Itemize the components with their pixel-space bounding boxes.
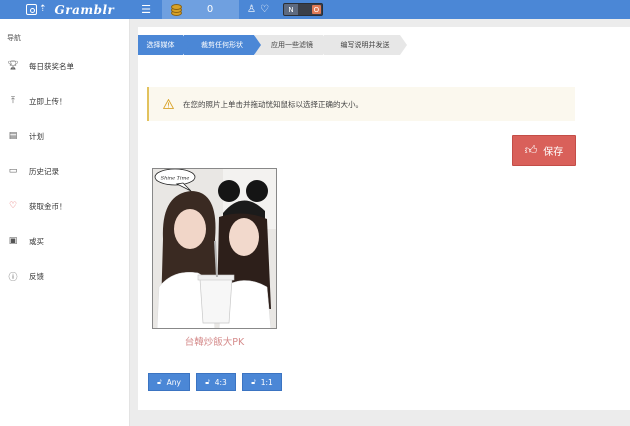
step-crop[interactable]: 裁剪任何形状 — [184, 35, 261, 55]
sidebar: 导航 🏆︎ 每日获奖名单 ⤒ 立即上传！ ▤ 计划 ▭ 历史记录 ♡ 获取金币！… — [0, 19, 130, 426]
buy-icon: ▣ — [8, 236, 18, 246]
photo-caption: 台韓炒飯大PK — [184, 337, 245, 348]
photo-illustration: Shine Time — [153, 169, 276, 328]
step-label: 裁剪任何形状 — [201, 41, 243, 49]
step-label: 编写说明并发送 — [340, 41, 390, 49]
sidebar-item-upload[interactable]: ⤒ 立即上传！ — [0, 92, 130, 110]
sidebar-item-schedule[interactable]: ▤ 计划 — [0, 127, 130, 145]
bell-icon[interactable]: ♙ — [247, 4, 256, 15]
heart-icon: ♡ — [8, 201, 18, 211]
lock-icon: 🔓︎ — [251, 377, 256, 386]
step-label: 选择媒体 — [146, 41, 175, 49]
sidebar-item-label: 历史记录 — [29, 166, 59, 176]
sidebar-item-get-coins[interactable]: ♡ 获取金币！ — [0, 197, 130, 215]
ratio-4-3-button[interactable]: 🔓︎ 4:3 — [196, 373, 236, 391]
toggle-right-label: O — [311, 5, 321, 14]
sidebar-item-label: 立即上传！ — [29, 96, 67, 106]
calendar-icon: ▤ — [8, 131, 18, 141]
app-name: Gramblr — [54, 2, 115, 17]
step-caption-send[interactable]: 编写说明并发送 — [324, 35, 407, 55]
save-label: 保存 — [543, 147, 564, 158]
warning-icon — [163, 99, 174, 109]
sidebar-item-history[interactable]: ▭ 历史记录 — [0, 162, 130, 180]
alert-text: 在您的照片上单击并拖动恍知鼠标以选择正确的大小。 — [183, 99, 363, 109]
ratio-any-button[interactable]: 🔓︎ Any — [148, 373, 190, 391]
coin-count: 0 — [206, 4, 214, 15]
lock-icon: 🔓︎ — [205, 377, 210, 386]
lock-icon: 🔓︎ — [157, 377, 162, 386]
instagram-icon — [26, 4, 37, 15]
ratio-1-1-button[interactable]: 🔓︎ 1:1 — [242, 373, 282, 391]
mode-toggle[interactable]: N O — [282, 3, 323, 16]
ratio-label: 1:1 — [260, 377, 273, 387]
ratio-label: Any — [166, 377, 181, 387]
coin-balance[interactable]: 0 — [162, 0, 239, 19]
help-icon: ⓘ — [8, 272, 18, 283]
wizard-steps: 选择媒体 裁剪任何形状 应用一些滤镜 编写说明并发送 — [138, 35, 407, 55]
top-icons: ♙ ♡ — [247, 4, 269, 15]
top-bar: ⇡ Gramblr ☰ 0 ♙ ♡ N O — [0, 0, 630, 19]
trophy-icon: 🏆︎ — [7, 61, 19, 71]
hamburger-menu-icon[interactable]: ☰ — [130, 0, 162, 19]
upload-arrow-icon: ⇡ — [39, 4, 47, 14]
thumbs-up-icon: 👍︎ — [524, 143, 538, 157]
brand[interactable]: ⇡ Gramblr — [0, 0, 130, 19]
sidebar-item-label: 反馈 — [29, 271, 44, 281]
step-label: 应用一些滤镜 — [271, 41, 313, 49]
sidebar-item-label: 计划 — [29, 131, 44, 141]
sidebar-item-label: 或买 — [29, 236, 44, 246]
crop-hint-alert: 在您的照片上单击并拖动恍知鼠标以选择正确的大小。 — [147, 87, 575, 121]
save-button[interactable]: 👍︎ 保存 — [512, 135, 576, 166]
upload-icon: ⤒ — [11, 96, 15, 106]
sidebar-item-feedback[interactable]: ⓘ 反馈 — [0, 267, 130, 285]
speech-bubble-text: Shine Time — [161, 176, 190, 182]
main-panel: 选择媒体 裁剪任何形状 应用一些滤镜 编写说明并发送 在您的照片上单击并拖动恍知… — [138, 27, 630, 410]
step-select-media[interactable]: 选择媒体 — [138, 35, 190, 55]
history-icon: ▭ — [8, 166, 18, 176]
toggle-left-label: N — [283, 4, 298, 15]
sidebar-item-label: 每日获奖名单 — [29, 61, 74, 71]
step-filters[interactable]: 应用一些滤镜 — [255, 35, 330, 55]
crop-image[interactable]: Shine Time — [152, 168, 277, 329]
sidebar-item-buy[interactable]: ▣ 或买 — [0, 232, 130, 250]
sidebar-heading: 导航 — [7, 34, 21, 42]
sidebar-item-label: 获取金币！ — [29, 201, 67, 211]
coin-stack-icon — [168, 3, 185, 17]
ratio-label: 4:3 — [214, 377, 227, 387]
sidebar-item-winners[interactable]: 🏆︎ 每日获奖名单 — [0, 57, 130, 75]
heart-outline-icon[interactable]: ♡ — [260, 4, 269, 15]
